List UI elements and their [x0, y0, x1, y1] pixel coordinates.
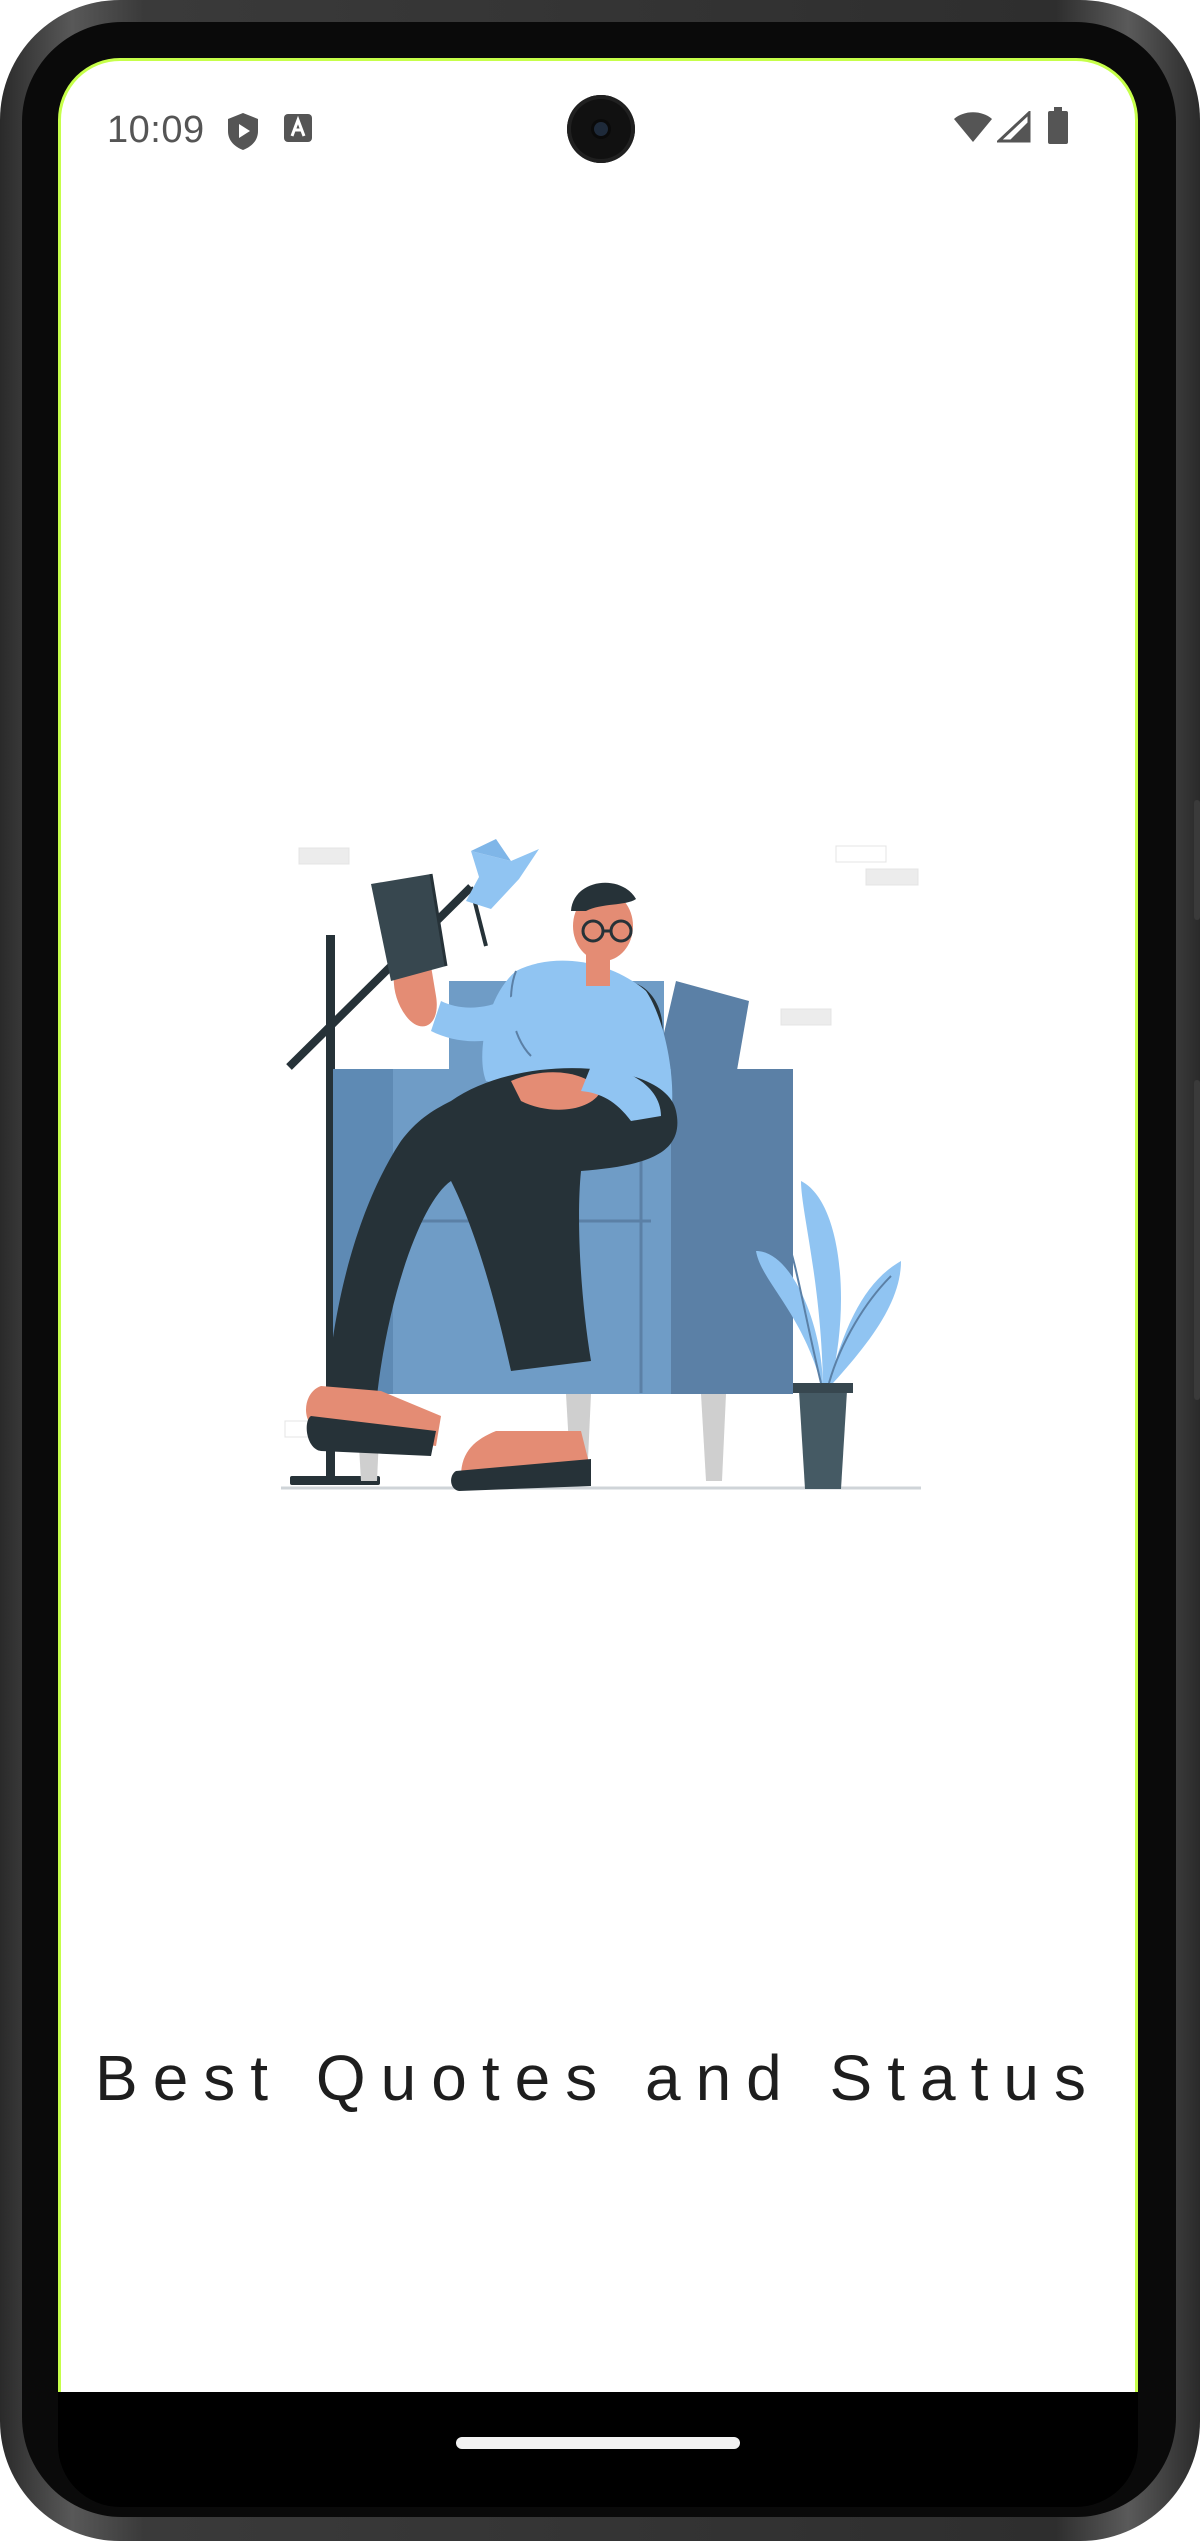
- text-a-icon: [283, 113, 313, 148]
- shield-play-icon: [225, 111, 261, 156]
- front-camera: [567, 95, 635, 163]
- navigation-bar: [58, 2392, 1138, 2507]
- signal-icon: [995, 109, 1031, 148]
- status-bar: 10:09: [61, 61, 1135, 191]
- volume-button: [1194, 1080, 1200, 1400]
- gesture-handle[interactable]: [456, 2437, 740, 2449]
- wifi-icon: [953, 111, 993, 148]
- power-button: [1194, 800, 1200, 920]
- status-time: 10:09: [107, 109, 205, 151]
- app-title: Best Quotes and Status: [95, 2042, 1101, 2114]
- battery-icon: [1047, 107, 1069, 150]
- woman-reading-illustration: [281, 781, 961, 1501]
- screen: 10:09 Best Quotes and Status: [58, 58, 1138, 2398]
